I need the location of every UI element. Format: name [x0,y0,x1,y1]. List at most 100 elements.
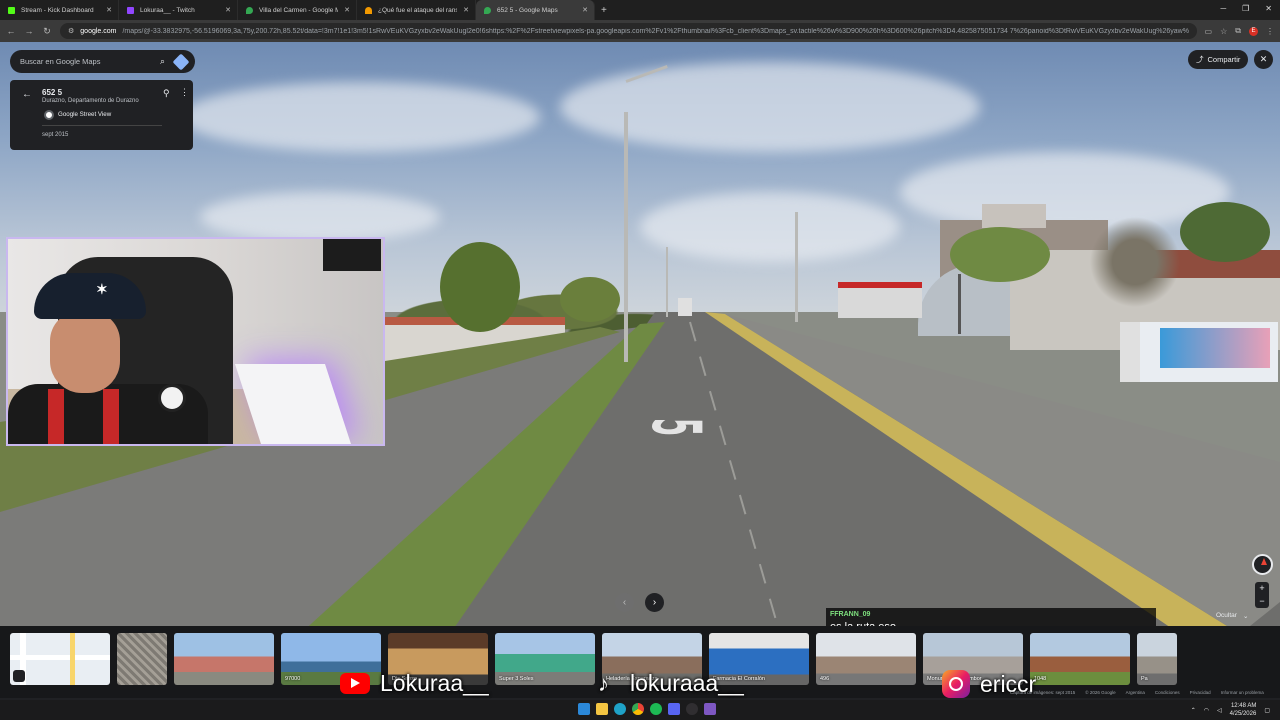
previous-image-button[interactable]: ‹ [615,593,634,612]
reload-icon[interactable]: ↻ [42,26,52,37]
tab-close-icon[interactable]: ✕ [106,6,112,14]
tab-label: Villa del Carmen - Google Maps [259,6,339,14]
next-image-button[interactable]: › [645,593,664,612]
edge-icon[interactable] [614,703,626,715]
tiktok-icon: ♪ [598,670,609,696]
file-explorer-icon[interactable] [596,703,608,715]
tab-close-icon[interactable]: ✕ [582,6,588,14]
tab-close-icon[interactable]: ✕ [463,6,469,14]
tab-ransomware-article[interactable]: ¿Qué fue el ataque del ransom... ✕ [357,0,476,20]
stream-social-overlay: Lokuraa__ ♪ lokuraaa__ ericcr [0,668,1280,700]
tab-label: Lokuraa__ - Twitch [140,6,195,14]
footer-link[interactable]: Argentina [1126,690,1145,695]
twitch-favicon-icon [127,6,134,14]
more-vert-icon[interactable]: ⋮ [180,87,189,98]
system-tray: ⌃ ◠ ◁ 12:48 AM 4/25/2026 ▢ [1191,702,1270,718]
divider [42,125,162,126]
taskbar-apps [578,703,716,715]
clock-date: 4/25/2026 [1229,711,1257,717]
new-tab-icon[interactable]: + [601,5,607,16]
streamer-face [50,311,120,393]
volume-icon[interactable]: ◁ [1217,707,1222,714]
obs-icon[interactable] [686,703,698,715]
chevron-down-icon: ⌄ [1242,613,1249,620]
share-icon: ⤴ [1196,55,1204,64]
chrome-icon[interactable] [632,703,644,715]
tab-twitch[interactable]: Lokuraa__ - Twitch ✕ [119,0,238,20]
street-view-logo-icon [44,110,54,120]
maps-search-box[interactable]: Buscar en Google Maps ⌕ [10,50,195,73]
share-button[interactable]: ⤴ Compartir [1188,50,1248,69]
street-light-pole [795,212,798,322]
instagram-icon [942,670,970,698]
youtube-icon [340,673,370,694]
footer-link[interactable]: Informar un problema [1221,690,1264,695]
cap-logo-icon: ✶ [96,282,108,298]
minimize-icon[interactable]: ─ [1220,4,1226,13]
zoom-in-icon[interactable]: + [1255,582,1269,595]
share-label: Compartir [1207,55,1241,64]
zoom-out-icon[interactable]: − [1255,595,1269,608]
search-input[interactable]: Buscar en Google Maps [20,57,160,66]
restore-icon[interactable]: ❐ [1242,4,1249,13]
wifi-icon[interactable]: ◠ [1204,707,1209,714]
forward-icon[interactable]: → [24,26,34,36]
taskbar-clock[interactable]: 12:48 AM 4/25/2026 [1230,702,1257,718]
tab-close-icon[interactable]: ✕ [225,6,231,14]
cast-icon[interactable]: ▭ [1205,27,1213,36]
street-light-pole [624,112,628,362]
back-icon[interactable]: ← [6,26,16,36]
copyright: © 2026 Google [1085,690,1116,695]
kick-favicon-icon [8,6,15,14]
youtube-handle: Lokuraa__ [340,670,489,697]
tab-label: ¿Qué fue el ataque del ransom... [378,6,458,14]
clock-time: 12:48 AM [1230,703,1257,709]
tv [323,239,381,271]
discord-icon[interactable] [668,703,680,715]
browser-tab-bar: Stream - Kick Dashboard ✕ Lokuraa__ - Tw… [0,0,1280,20]
maps-footer: Captura de imágenes: sept 2015 © 2026 Go… [1010,690,1264,695]
tiktok-name: lokuraaa__ [630,670,744,696]
app-icon[interactable] [704,703,716,715]
spotify-icon[interactable] [650,703,662,715]
truck-distant [678,298,692,316]
browser-toolbar: ← → ↻ ⚙ google.com/maps/@-33.3832975,-56… [0,20,1280,42]
youtube-name: Lokuraa__ [380,670,489,696]
hide-label: Ocultar [1216,612,1237,619]
compass-icon[interactable] [1252,554,1273,575]
directions-icon[interactable] [172,53,190,70]
search-icon[interactable]: ⌕ [160,56,165,67]
browser-action-icons: ▭ ☆ ⧉ E ⋮ [1205,26,1274,36]
bookmark-star-icon[interactable]: ☆ [1220,27,1227,36]
hide-filmstrip-button[interactable]: Ocultar ⌄ [1216,612,1248,620]
browser-menu-icon[interactable]: ⋮ [1266,27,1274,36]
footer-link[interactable]: Condiciones [1155,690,1180,695]
windows-start-icon[interactable] [578,703,590,715]
location-info-card: ← 652 5 Durazno, Departamento de Durazno… [10,80,193,150]
zoom-control: + − [1255,582,1269,608]
window-controls: ─ ❐ ✕ [1220,4,1272,13]
extensions-icon[interactable]: ⧉ [1235,26,1241,36]
profile-avatar[interactable]: E [1249,26,1258,36]
tray-chevron-icon[interactable]: ⌃ [1191,707,1196,714]
site-info-icon[interactable]: ⚙ [68,27,74,35]
back-arrow-icon[interactable]: ← [22,89,32,100]
footer-link[interactable]: Privacidad [1190,690,1211,695]
location-region: Durazno, Departamento de Durazno [42,98,139,104]
window-close-icon[interactable]: ✕ [1265,4,1272,13]
capture-info: Captura de imágenes: sept 2015 [1010,690,1076,695]
tab-villa-del-carmen[interactable]: Villa del Carmen - Google Maps ✕ [238,0,357,20]
tab-kick-dashboard[interactable]: Stream - Kick Dashboard ✕ [0,0,119,20]
webcam-overlay: ✶ [6,237,385,446]
url-host: google.com [80,27,117,35]
tab-close-icon[interactable]: ✕ [344,6,350,14]
close-icon[interactable]: ✕ [1254,50,1273,69]
notification-icon[interactable]: ▢ [1264,707,1270,714]
url-field[interactable]: ⚙ google.com/maps/@-33.3832975,-56.51960… [60,23,1197,39]
capture-date[interactable]: sept 2015 [42,132,68,138]
tiktok-handle: ♪ lokuraaa__ [598,670,744,697]
maps-favicon-icon [246,6,253,14]
url-path: /maps/@-33.3832975,-56.5196069,3a,75y,20… [122,27,1189,35]
tab-google-maps-active[interactable]: 652 5 - Google Maps ✕ [476,0,595,20]
pin-icon[interactable]: ⚲ [163,88,170,99]
